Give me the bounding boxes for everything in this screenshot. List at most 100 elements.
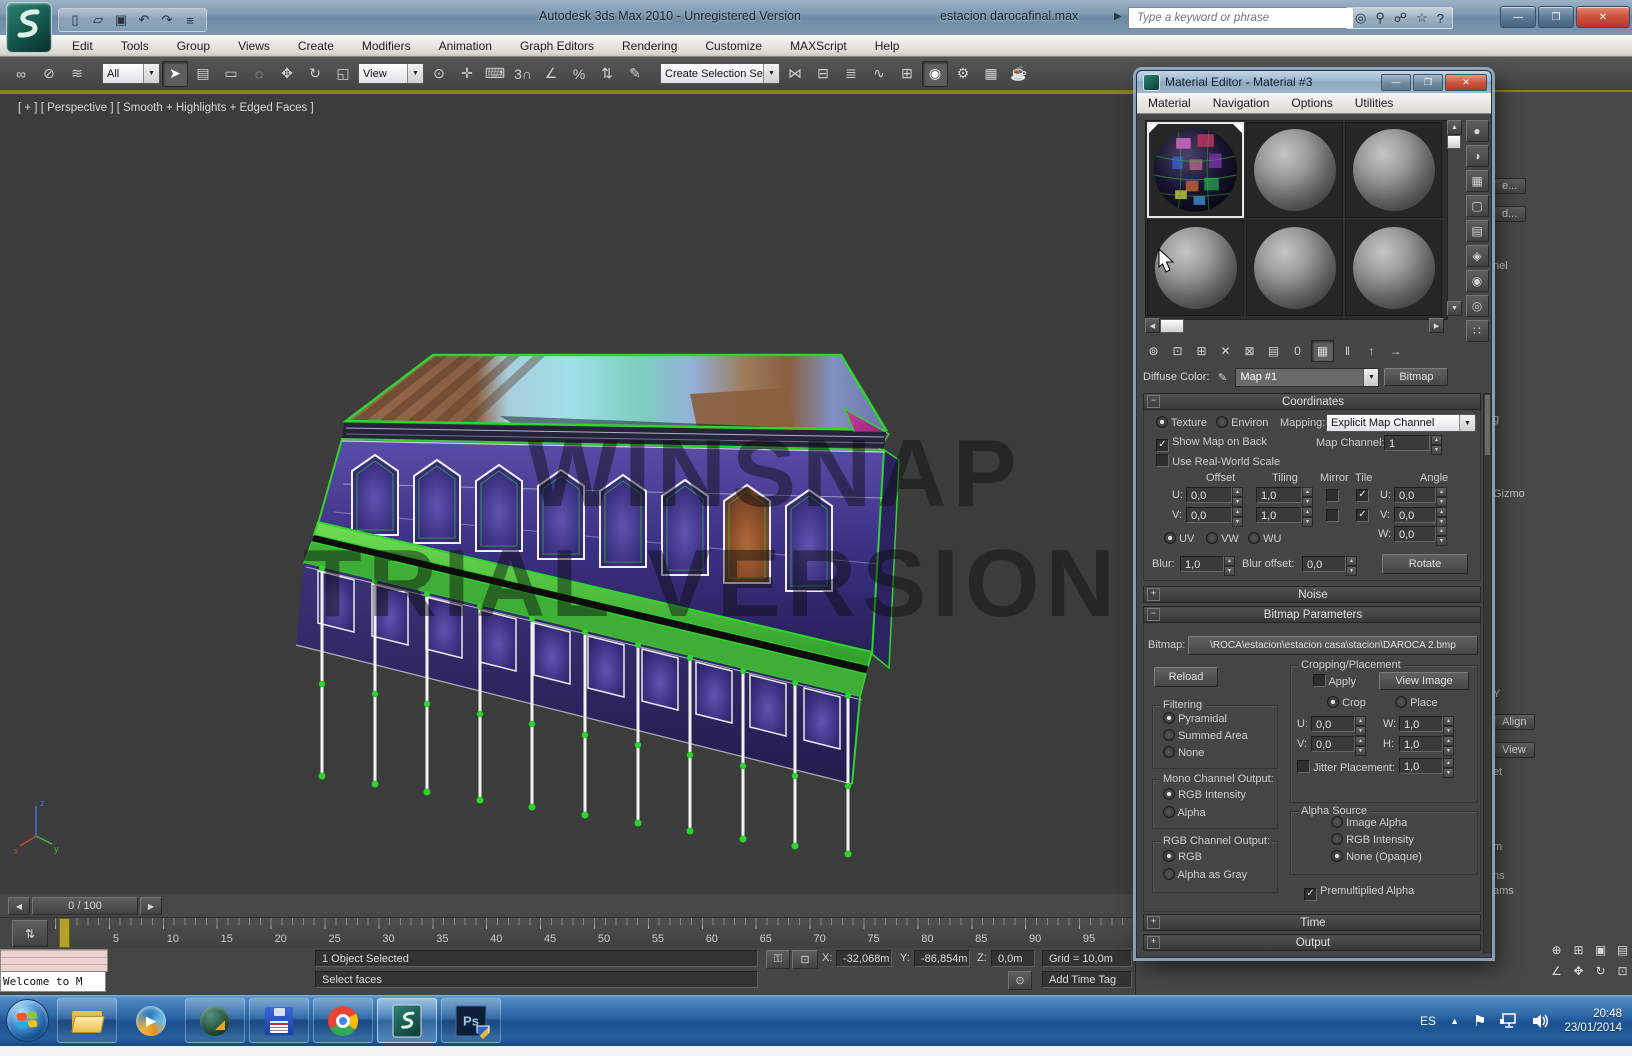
command-panel-fragment[interactable]: ams bbox=[1493, 885, 1514, 897]
angle-u-field[interactable]: 0,0 bbox=[1394, 487, 1436, 503]
clock[interactable]: 20:48 23/01/2014 bbox=[1564, 1007, 1622, 1035]
start-button[interactable] bbox=[6, 999, 49, 1042]
select-object-icon[interactable]: ➤ bbox=[162, 61, 188, 87]
slots-horizontal-scrollbar[interactable]: ◀ ▶ bbox=[1145, 319, 1444, 332]
reload-button[interactable]: Reload bbox=[1154, 667, 1218, 687]
select-and-manipulate-icon[interactable]: ✛ bbox=[454, 61, 480, 87]
chevron-down-icon[interactable]: ▼ bbox=[1459, 415, 1475, 431]
expand-icon[interactable]: + bbox=[1147, 916, 1160, 929]
command-panel-fragment[interactable]: nel bbox=[1493, 260, 1508, 272]
tile-u-checkbox[interactable]: ✓ bbox=[1356, 489, 1369, 502]
add-time-tag[interactable]: Add Time Tag bbox=[1042, 971, 1132, 988]
scroll-thumb[interactable] bbox=[1447, 135, 1461, 149]
maximize-button[interactable]: ❐ bbox=[1413, 74, 1443, 91]
rgb-radio[interactable] bbox=[1163, 850, 1175, 862]
crop-h-field[interactable]: 1,0 bbox=[1399, 736, 1443, 752]
menu-item[interactable]: Rendering bbox=[608, 39, 691, 53]
chevron-down-icon[interactable]: ▼ bbox=[407, 64, 423, 83]
texture-radio[interactable] bbox=[1156, 416, 1168, 428]
crop-radio[interactable] bbox=[1327, 696, 1339, 708]
go-to-parent-icon[interactable]: ↑ bbox=[1361, 341, 1382, 361]
reference-coordinate-dropdown[interactable]: View▼ bbox=[358, 63, 424, 84]
scroll-thumb[interactable] bbox=[1160, 319, 1184, 333]
render-setup-icon[interactable]: ⚙ bbox=[950, 61, 976, 87]
use-real-world-scale-checkbox[interactable] bbox=[1156, 454, 1169, 467]
spinner[interactable]: ▲▼ bbox=[1355, 716, 1366, 732]
menu-item[interactable]: Utilities bbox=[1344, 96, 1405, 110]
material-sample-slot-active[interactable] bbox=[1147, 122, 1244, 218]
percent-snap-toggle-icon[interactable]: % bbox=[566, 61, 592, 87]
crop-u-field[interactable]: 0,0 bbox=[1311, 716, 1355, 732]
taskbar-photoshop-button[interactable]: Ps bbox=[441, 998, 501, 1043]
menu-item[interactable]: Graph Editors bbox=[506, 39, 608, 53]
selection-lock-icon[interactable]: ⚿ bbox=[766, 950, 790, 969]
menu-item[interactable]: Navigation bbox=[1202, 96, 1281, 110]
summed-area-radio[interactable] bbox=[1163, 729, 1175, 741]
material-id-channel-icon[interactable]: 0 bbox=[1287, 341, 1308, 361]
time-rollout-header[interactable]: + Time bbox=[1143, 914, 1481, 931]
time-slider[interactable]: 0 / 100 bbox=[32, 897, 138, 915]
previous-frame-button[interactable]: ◀ bbox=[8, 897, 30, 915]
menu-item[interactable]: Options bbox=[1280, 96, 1343, 110]
next-frame-button[interactable]: ▶ bbox=[140, 897, 162, 915]
lasso-selection-region-icon[interactable]: ◌ bbox=[246, 61, 272, 87]
expand-icon[interactable]: + bbox=[1147, 588, 1160, 601]
taskbar-media-player-button[interactable]: ▶ bbox=[121, 998, 181, 1043]
new-file-icon[interactable]: ▯ bbox=[65, 11, 85, 29]
toolbar-options-icon[interactable]: ≡ bbox=[180, 11, 200, 29]
angle-w-field[interactable]: 0,0 bbox=[1394, 526, 1436, 542]
tile-v-checkbox[interactable]: ✓ bbox=[1356, 509, 1369, 522]
save-file-icon[interactable]: ▣ bbox=[111, 11, 131, 29]
zoom-all-icon[interactable]: ⊞ bbox=[1568, 940, 1589, 960]
application-menu-button[interactable] bbox=[6, 2, 52, 53]
search-input[interactable] bbox=[1135, 11, 1347, 25]
coordinates-rollout-header[interactable]: − Coordinates bbox=[1143, 393, 1481, 410]
alpha-radio[interactable] bbox=[1163, 806, 1175, 818]
mirror-v-checkbox[interactable] bbox=[1326, 509, 1339, 522]
speaker-icon[interactable] bbox=[1532, 1013, 1550, 1029]
scene-3d-model[interactable]: WINSNAP TRIAL VERSION x y z bbox=[0, 94, 1135, 893]
graph-editors-icon[interactable]: ∿ bbox=[866, 61, 892, 87]
menu-item[interactable]: Edit bbox=[58, 39, 107, 53]
maximize-viewport-toggle-icon[interactable]: ⊡ bbox=[1612, 961, 1632, 981]
bitmap-path-button[interactable]: \ROCA\estacion\estacion casa\stacion\DAR… bbox=[1188, 636, 1478, 655]
spinner[interactable]: ▲▼ bbox=[1302, 487, 1313, 503]
edit-named-selection-sets-icon[interactable]: ✎ bbox=[622, 61, 648, 87]
command-panel-fragment[interactable]: ns bbox=[1493, 870, 1505, 882]
material-sample-slot[interactable] bbox=[1246, 220, 1343, 316]
subscription-key-icon[interactable]: ⚲ bbox=[1375, 10, 1385, 26]
manage-layers-icon[interactable]: ≣ bbox=[838, 61, 864, 87]
mapping-dropdown[interactable]: Explicit Map Channel▼ bbox=[1326, 414, 1476, 432]
alpha-rgb-intensity-radio[interactable] bbox=[1331, 833, 1343, 845]
menu-item[interactable]: Help bbox=[861, 39, 914, 53]
command-panel-fragment[interactable]: g bbox=[1493, 413, 1499, 425]
collapse-icon[interactable]: − bbox=[1147, 395, 1160, 408]
chevron-down-icon[interactable]: ▼ bbox=[1363, 369, 1378, 386]
taskbar-3dsmax-button[interactable] bbox=[377, 998, 437, 1043]
view-image-button[interactable]: View Image bbox=[1379, 672, 1469, 690]
menu-item[interactable]: Material bbox=[1137, 96, 1202, 110]
infocenter-search[interactable] bbox=[1128, 7, 1354, 29]
select-by-material-icon[interactable]: ◎ bbox=[1466, 295, 1489, 317]
current-frame-marker[interactable] bbox=[59, 918, 70, 948]
zoom-icon[interactable]: ⊕ bbox=[1546, 940, 1567, 960]
spinner[interactable]: ▲▼ bbox=[1436, 487, 1447, 503]
spinner[interactable]: ▲▼ bbox=[1302, 507, 1313, 523]
favorites-star-icon[interactable]: ☆ bbox=[1416, 10, 1428, 26]
tiling-u-field[interactable]: 1,0 bbox=[1256, 487, 1302, 503]
z-coordinate-field[interactable]: 0,0m bbox=[991, 950, 1035, 967]
go-forward-to-sibling-icon[interactable]: → bbox=[1385, 341, 1406, 361]
spinner[interactable]: ▲▼ bbox=[1443, 716, 1454, 732]
command-panel-fragment[interactable]: d... bbox=[1493, 206, 1526, 222]
map-name-dropdown[interactable]: Map #1 ▼ bbox=[1235, 368, 1379, 387]
orbit-icon[interactable]: ↻ bbox=[1590, 961, 1611, 981]
spinner[interactable]: ▲▼ bbox=[1346, 556, 1357, 572]
search-icon[interactable]: ◎ bbox=[1355, 10, 1366, 26]
taskbar-jdownloader-button[interactable] bbox=[185, 998, 245, 1043]
zoom-extents-icon[interactable]: ▣ bbox=[1590, 940, 1611, 960]
unlink-selection-icon[interactable]: ⊘ bbox=[36, 61, 62, 87]
scroll-left-icon[interactable]: ◀ bbox=[1145, 318, 1160, 333]
rgb-intensity-radio[interactable] bbox=[1163, 788, 1175, 800]
rotate-button[interactable]: Rotate bbox=[1382, 554, 1468, 574]
menu-item[interactable]: MAXScript bbox=[776, 39, 861, 53]
